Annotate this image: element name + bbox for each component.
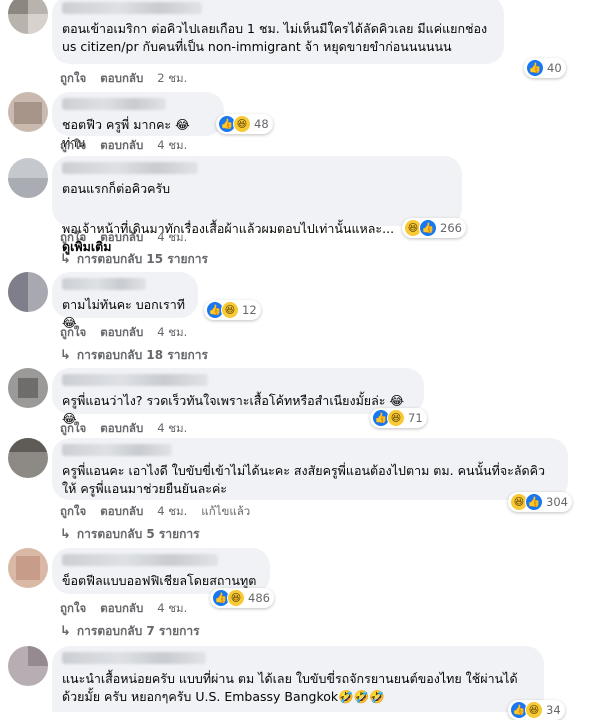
timestamp[interactable]: 4 ชม. xyxy=(157,420,187,438)
comment-text: ครูพี่แอนคะ เอาไงดี ใบขับขี่เข้าไม่ได้นะ… xyxy=(62,463,546,496)
avatar[interactable] xyxy=(8,646,48,686)
reaction-count: 34 xyxy=(546,703,561,717)
commenter-name[interactable] xyxy=(62,278,146,290)
reaction-count: 304 xyxy=(546,495,568,509)
avatar[interactable] xyxy=(8,548,48,588)
commenter-name[interactable] xyxy=(62,2,202,14)
reaction-summary[interactable]: 👍 40 xyxy=(524,58,566,78)
commenter-name[interactable] xyxy=(62,652,206,664)
view-replies-link[interactable]: ↳ การตอบกลับ 5 รายการ xyxy=(60,525,200,544)
commenter-name[interactable] xyxy=(62,554,218,566)
reaction-summary[interactable]: 👍 😆 48 xyxy=(216,114,273,134)
comment-actions: ถูกใจ ตอบกลับ 4 ชม. xyxy=(60,420,187,438)
laughing-face-icon: 😆 xyxy=(233,115,251,133)
laughing-face-icon: 😆 xyxy=(221,301,239,319)
reaction-summary[interactable]: 👍 😆 71 xyxy=(370,408,427,428)
laughing-face-icon: 😆 xyxy=(525,701,543,719)
comment-bubble: ชอตฟีว ครูพี่ มากคะ 😂 ท่าน xyxy=(52,92,224,150)
comment-actions: ถูกใจ ตอบกลับ 4 ชม. xyxy=(60,324,187,342)
avatar[interactable] xyxy=(8,158,48,198)
laughing-face-icon: 😆 xyxy=(387,409,405,427)
thumbs-up-icon: 👍 xyxy=(419,219,437,237)
comment-actions: ถูกใจ ตอบกลับ 4 ชม. xyxy=(60,600,187,618)
reaction-summary[interactable]: 😆 👍 304 xyxy=(508,492,572,512)
avatar[interactable] xyxy=(8,92,48,132)
comment-text: ตอนเข้าอเมริกา ต่อคิวไปเลยเกือบ 1 ชม. ไม… xyxy=(62,21,488,54)
view-replies-link[interactable]: ↳ การตอบกลับ 15 รายการ xyxy=(60,250,208,269)
reply-button[interactable]: ตอบกลับ xyxy=(100,70,143,88)
avatar[interactable] xyxy=(8,0,48,34)
comment-actions: ถูกใจ ตอบกลับ 4 ชม. xyxy=(60,229,187,247)
like-button[interactable]: ถูกใจ xyxy=(60,420,86,438)
commenter-name[interactable] xyxy=(62,374,208,386)
reaction-count: 48 xyxy=(254,117,269,131)
view-replies-link[interactable]: ↳ การตอบกลับ 7 รายการ xyxy=(60,622,200,641)
reaction-summary[interactable]: 👍 😆 34 xyxy=(508,700,565,720)
reaction-count: 266 xyxy=(440,221,462,235)
comment-bubble: ครูพี่แอนคะ เอาไงดี ใบขับขี่เข้าไม่ได้นะ… xyxy=(52,438,568,500)
replies-count: การตอบกลับ 5 รายการ xyxy=(76,527,200,541)
reply-arrow-icon: ↳ xyxy=(60,527,71,542)
timestamp[interactable]: 4 ชม. xyxy=(157,137,187,155)
replies-count: การตอบกลับ 15 รายการ xyxy=(76,252,208,266)
comment-text: ตอนแรกก็ต่อคิวครับ xyxy=(62,181,171,196)
like-button[interactable]: ถูกใจ xyxy=(60,70,86,88)
commenter-name[interactable] xyxy=(62,444,172,456)
commenter-name[interactable] xyxy=(62,162,198,174)
laughing-face-icon: 😆 xyxy=(227,589,245,607)
thumbs-up-icon: 👍 xyxy=(526,59,544,77)
comment-actions: ถูกใจ ตอบกลับ 2 ชม. xyxy=(60,70,187,88)
reaction-count: 486 xyxy=(248,591,270,605)
reaction-summary[interactable]: 👍 😆 12 xyxy=(204,300,261,320)
comment-bubble: ครูพี่แอนว่าไง? รวดเร็วทันใจเพราะเสื้อโค… xyxy=(52,368,424,426)
comment-bubble: ตอนแรกก็ต่อคิวครับ พอเจ้าหน้าที่เดินมาทั… xyxy=(52,156,462,254)
view-replies-link[interactable]: ↳ การตอบกลับ 18 รายการ xyxy=(60,346,208,365)
reply-arrow-icon: ↳ xyxy=(60,624,71,639)
avatar[interactable] xyxy=(8,438,48,478)
reaction-count: 71 xyxy=(408,411,423,425)
thumbs-up-icon: 👍 xyxy=(525,493,543,511)
like-button[interactable]: ถูกใจ xyxy=(60,503,86,521)
like-button[interactable]: ถูกใจ xyxy=(60,229,86,247)
reply-button[interactable]: ตอบกลับ xyxy=(100,324,143,342)
comment-actions: ถูกใจ ตอบกลับ 4 ชม. แก้ไขแล้ว xyxy=(60,503,250,521)
comment-bubble: ตอนเข้าอเมริกา ต่อคิวไปเลยเกือบ 1 ชม. ไม… xyxy=(52,0,504,64)
reply-arrow-icon: ↳ xyxy=(60,348,71,363)
timestamp[interactable]: 4 ชม. xyxy=(157,503,187,521)
reaction-count: 12 xyxy=(242,303,257,317)
timestamp[interactable]: 2 ชม. xyxy=(157,70,187,88)
timestamp[interactable]: 4 ชม. xyxy=(157,324,187,342)
replies-count: การตอบกลับ 7 รายการ xyxy=(76,624,200,638)
edited-label[interactable]: แก้ไขแล้ว xyxy=(201,503,250,521)
like-button[interactable]: ถูกใจ xyxy=(60,137,86,155)
comment-actions: ถูกใจ ตอบกลับ 4 ชม. xyxy=(60,137,187,155)
commenter-name[interactable] xyxy=(62,98,166,110)
like-button[interactable]: ถูกใจ xyxy=(60,600,86,618)
reply-button[interactable]: ตอบกลับ xyxy=(100,137,143,155)
reply-button[interactable]: ตอบกลับ xyxy=(100,420,143,438)
replies-count: การตอบกลับ 18 รายการ xyxy=(76,348,208,362)
reply-button[interactable]: ตอบกลับ xyxy=(100,600,143,618)
avatar[interactable] xyxy=(8,272,48,312)
comment-text: แนะนำเสื้อหน่อยครับ แบบที่ผ่าน ตม ได้เลย… xyxy=(62,671,518,704)
reaction-summary[interactable]: 😆 👍 266 xyxy=(402,218,466,238)
reply-button[interactable]: ตอบกลับ xyxy=(100,229,143,247)
reply-arrow-icon: ↳ xyxy=(60,252,71,267)
reaction-count: 40 xyxy=(547,61,562,75)
reaction-summary[interactable]: 👍 😆 486 xyxy=(210,588,274,608)
comment-bubble: แนะนำเสื้อหน่อยครับ แบบที่ผ่าน ตม ได้เลย… xyxy=(52,646,544,712)
like-button[interactable]: ถูกใจ xyxy=(60,324,86,342)
comment-bubble: ตามไม่ทันคะ บอกเราที 😂 xyxy=(52,272,198,330)
reply-button[interactable]: ตอบกลับ xyxy=(100,503,143,521)
avatar[interactable] xyxy=(8,368,48,408)
timestamp[interactable]: 4 ชม. xyxy=(157,600,187,618)
timestamp[interactable]: 4 ชม. xyxy=(157,229,187,247)
